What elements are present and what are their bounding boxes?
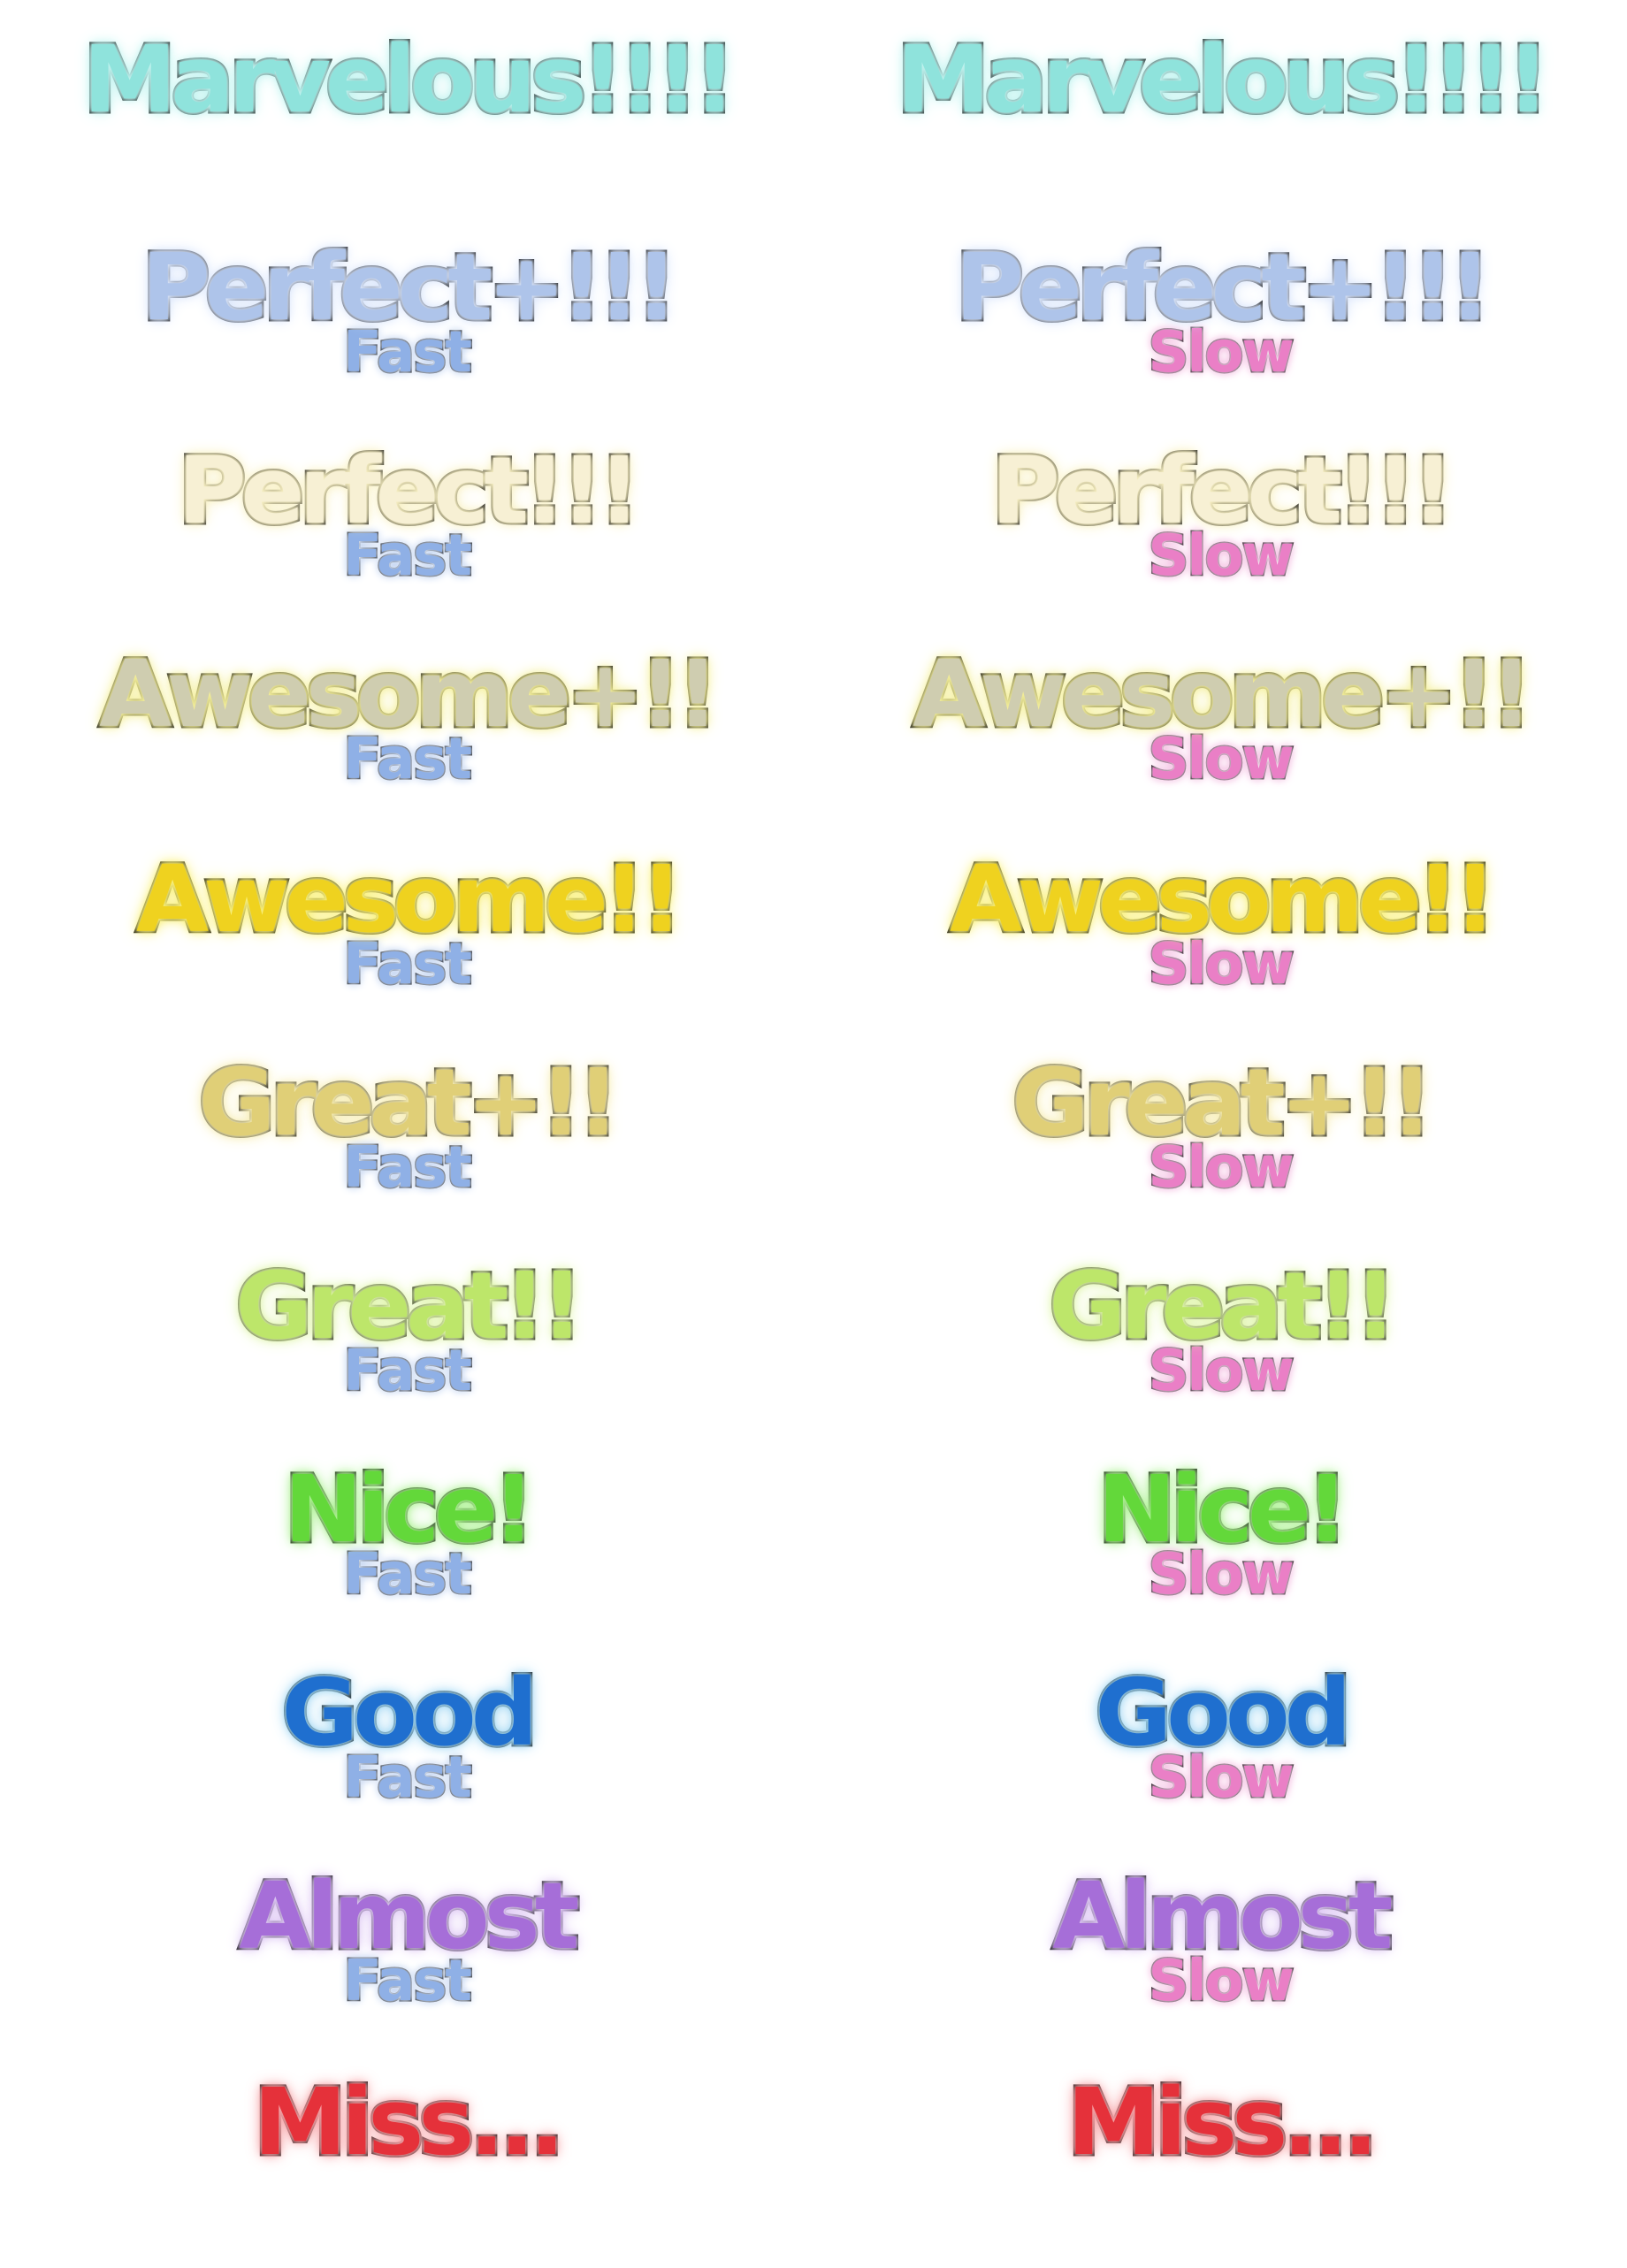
judgement-label: Marvelous!!!! xyxy=(894,26,1552,134)
judgement-perfect-plus-right: Perfect+!!! Slow xyxy=(814,233,1627,433)
judgement-label: Awesome!! xyxy=(134,845,684,953)
judgement-almost-right: Almost Slow xyxy=(814,1862,1627,2062)
slow-column: Marvelous!!!! Perfect+!!! Slow Perfect!!! Sl… xyxy=(814,0,1627,2237)
judgement-nice-left: Nice! Fast xyxy=(0,1455,814,1655)
judgement-label: Good xyxy=(1092,1659,1354,1767)
judgement-awesome-right: Awesome!! Slow xyxy=(814,845,1627,1045)
judgement-label: Perfect!!! xyxy=(989,437,1457,545)
judgement-sprite-sheet: Marvelous!!!! Perfect+!!! Fast Perfect!!! Fa… xyxy=(0,0,1627,2237)
judgement-label: Awesome+!! xyxy=(911,640,1535,748)
judgement-label: Marvelous!!!! xyxy=(80,26,738,134)
judgement-perfect-left: Perfect!!! Fast xyxy=(0,437,814,637)
judgement-label: Nice! xyxy=(282,1455,538,1563)
judgement-label: Almost xyxy=(1050,1862,1395,1970)
fast-column: Marvelous!!!! Perfect+!!! Fast Perfect!!! Fa… xyxy=(0,0,814,2237)
judgement-nice-right: Nice! Slow xyxy=(814,1455,1627,1655)
judgement-awesome-left: Awesome!! Fast xyxy=(0,845,814,1045)
judgement-good-right: Good Slow xyxy=(814,1659,1627,1859)
judgement-great-right: Great!! Slow xyxy=(814,1252,1627,1452)
judgement-perfect-plus-left: Perfect+!!! Fast xyxy=(0,233,814,433)
judgement-label: Awesome+!! xyxy=(97,640,722,748)
judgement-label: Great!! xyxy=(233,1252,586,1360)
judgement-miss-left: Miss... xyxy=(0,2068,814,2268)
judgement-label: Great+!! xyxy=(196,1049,623,1157)
judgement-almost-left: Almost Fast xyxy=(0,1862,814,2062)
judgement-awesome-plus-right: Awesome+!! Slow xyxy=(814,640,1627,840)
judgement-marvelous-right: Marvelous!!!! xyxy=(814,26,1627,225)
judgement-label: Miss... xyxy=(251,2068,567,2176)
judgement-label: Almost xyxy=(237,1862,582,1970)
judgement-great-left: Great!! Fast xyxy=(0,1252,814,1452)
judgement-label: Perfect+!!! xyxy=(139,233,680,341)
judgement-label: Awesome!! xyxy=(947,845,1498,953)
judgement-good-left: Good Fast xyxy=(0,1659,814,1859)
judgement-label: Perfect+!!! xyxy=(952,233,1493,341)
judgement-label: Miss... xyxy=(1065,2068,1380,2176)
judgement-label: Perfect!!! xyxy=(176,437,644,545)
judgement-label: Good xyxy=(279,1659,540,1767)
judgement-awesome-plus-left: Awesome+!! Fast xyxy=(0,640,814,840)
judgement-great-plus-right: Great+!! Slow xyxy=(814,1049,1627,1249)
judgement-label: Great+!! xyxy=(1010,1049,1436,1157)
judgement-perfect-right: Perfect!!! Slow xyxy=(814,437,1627,637)
judgement-label: Nice! xyxy=(1096,1455,1351,1563)
judgement-marvelous-left: Marvelous!!!! xyxy=(0,26,814,225)
judgement-label: Great!! xyxy=(1047,1252,1400,1360)
judgement-great-plus-left: Great+!! Fast xyxy=(0,1049,814,1249)
judgement-miss-right: Miss... xyxy=(814,2068,1627,2268)
